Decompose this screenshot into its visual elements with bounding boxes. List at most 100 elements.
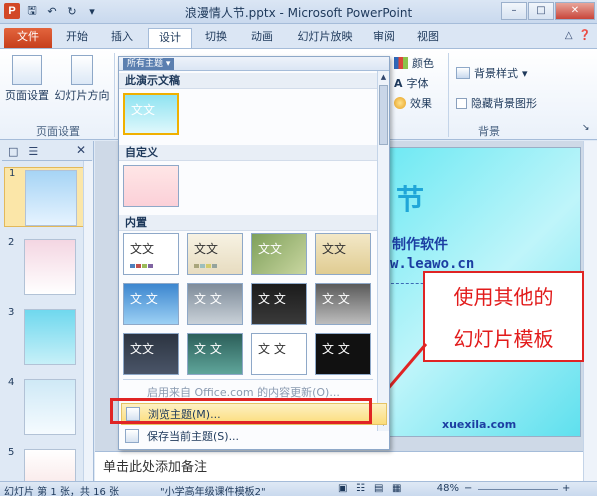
page-setup-label: 页面设置 [5,89,49,102]
effects-icon [394,97,406,109]
theme-tile-apothecary[interactable]: 文 文 [123,283,179,325]
theme-tile-austin[interactable]: 文 文 [251,283,307,325]
callout-line-2: 幻灯片模板 [453,327,554,351]
section-custom: 自定义 [119,145,377,161]
theme-tile-composite[interactable]: 文 文 [251,333,307,375]
theme-tile-office[interactable]: 文文 [123,233,179,275]
slide-title[interactable]: 节 [396,178,424,218]
slide-count-status: 幻灯片 第 1 张，共 16 张 [4,487,119,496]
gallery-scrollbar[interactable]: ▲ ▼ [377,71,389,431]
theme-tile-text: 文文 [130,342,155,356]
theme-tile-text: 文 文 [322,292,350,306]
notes-pane[interactable]: 单击此处添加备注 [95,451,583,481]
background-styles-label: 背景样式 [474,67,518,80]
theme-tile-black-tie[interactable]: 文 文 [315,283,371,325]
gallery-scroll-thumb[interactable] [379,85,388,145]
help-icon[interactable]: ❓ [579,30,591,41]
section-builtin: 内置 [119,215,377,231]
save-theme-menu-item[interactable]: 保存当前主题(S)... [121,425,387,447]
theme-tile-civic[interactable]: 文文 [123,333,179,375]
status-bar: 幻灯片 第 1 张，共 16 张 "小学高年级课件模板2" ▣ ☷ ▤ ▦ 48… [0,481,597,496]
theme-tile-custom[interactable] [123,165,179,207]
tab-review[interactable]: 审阅 [364,28,404,48]
close-button[interactable]: ✕ [555,2,595,20]
chevron-down-icon: ▾ [522,66,528,80]
slideshow-view-icon[interactable]: ▦ [392,483,401,494]
background-styles-icon [456,67,470,79]
zoom-in-icon[interactable]: + [562,483,570,494]
fonts-label: 字体 [406,77,429,90]
tab-slideshow[interactable]: 幻灯片放映 [288,28,362,48]
slides-panel-scrollbar[interactable] [83,161,93,481]
all-themes-label: 所有主题 [127,59,164,69]
maximize-button[interactable]: □ [528,2,554,20]
minimize-button[interactable]: – [501,2,527,20]
slide-number: 4 [8,377,15,388]
collapse-ribbon-icon[interactable]: △ [565,30,573,41]
slide-sorter-icon[interactable]: ☷ [356,483,365,494]
orientation-icon [71,55,93,85]
slide-scrollbar[interactable] [583,141,597,481]
slide-thumbnail[interactable]: 1 [4,167,84,227]
ribbon-divider [114,53,115,137]
slide-url[interactable]: w.leawo.cn [390,256,474,272]
theme-tile-text: 文文 [322,242,347,256]
save-theme-icon [125,429,139,443]
theme-tile-text: 文 文 [322,342,350,356]
page-setup-button[interactable]: 页面设置 [4,55,50,103]
ribbon-tabs: 文件 开始 插入 设计 切换 动画 幻灯片放映 审阅 视图 △ ❓ [0,24,597,48]
tab-transitions[interactable]: 切换 [194,28,238,48]
theme-effects-button[interactable]: 效果 [394,95,432,111]
tab-animations[interactable]: 动画 [240,28,284,48]
slide-thumbnail[interactable]: 5 [4,447,84,481]
close-icon[interactable]: ✕ [76,143,86,157]
theme-fonts-button[interactable]: A 字体 [394,75,429,91]
theme-tile-apex[interactable]: 文文 [315,233,371,275]
theme-tile-current[interactable]: 文文 [123,93,179,135]
hide-background-label: 隐藏背景图形 [471,97,537,110]
zoom-level[interactable]: 48% [437,483,459,494]
theme-tile-aspect[interactable]: 文 文 [187,283,243,325]
normal-view-icon[interactable]: ▣ [338,483,347,494]
tab-view[interactable]: 视图 [406,28,450,48]
ribbon-divider [448,53,449,137]
slide-subtitle[interactable]: 制作软件 [392,234,448,254]
slide-number: 2 [8,237,15,248]
zoom-slider[interactable] [478,489,558,490]
tab-design[interactable]: 设计 [148,28,192,48]
gallery-divider [123,379,373,380]
slide-thumbnail[interactable]: 3 [4,307,84,367]
all-themes-filter[interactable]: 所有主题 ▾ [123,58,175,70]
scroll-up-icon[interactable]: ▲ [378,71,389,83]
background-styles-button[interactable]: 背景样式 ▾ [456,65,528,81]
slide-thumbnail-image [25,170,77,226]
theme-tile-concourse[interactable]: 文 文 [315,333,371,375]
theme-tile-adjacency[interactable]: 文文 [187,233,243,275]
reading-view-icon[interactable]: ▤ [374,483,383,494]
tab-file[interactable]: 文件 [4,28,52,48]
theme-tile-angles[interactable]: 文文 [251,233,307,275]
slide-thumbnail[interactable]: 4 [4,377,84,437]
hide-background-checkbox[interactable]: 隐藏背景图形 [456,95,537,111]
slide-footer[interactable]: xuexila.com [442,418,516,431]
callout-line-1: 使用其他的 [453,285,554,309]
background-dialog-launcher[interactable]: ↘ [582,123,590,133]
template-name-status[interactable]: "小学高年级课件模板2" [160,483,266,496]
outline-tab-icon[interactable]: ☰ [28,145,38,158]
slides-tab-icon[interactable]: □ [8,145,18,158]
section-this-presentation: 此演示文稿 [119,73,377,89]
slide-thumbnail[interactable]: 2 [4,237,84,297]
theme-colors-button[interactable]: 颜色 [394,55,434,71]
slide-orientation-button[interactable]: 幻灯片方向 [52,55,112,103]
colors-label: 颜色 [412,57,434,70]
group-label-background: 背景 [478,125,500,138]
zoom-out-icon[interactable]: − [464,483,472,494]
tab-insert[interactable]: 插入 [100,28,144,48]
theme-tile-clarity[interactable]: 文 文 [187,333,243,375]
slide-number: 3 [8,307,15,318]
tab-home[interactable]: 开始 [56,28,98,48]
theme-tile-text: 文文 [131,103,156,117]
slides-panel: □ ☰ ✕ 1 2 3 4 5 [0,141,94,481]
page-setup-icon [12,55,42,85]
window-controls: – □ ✕ [501,2,595,20]
